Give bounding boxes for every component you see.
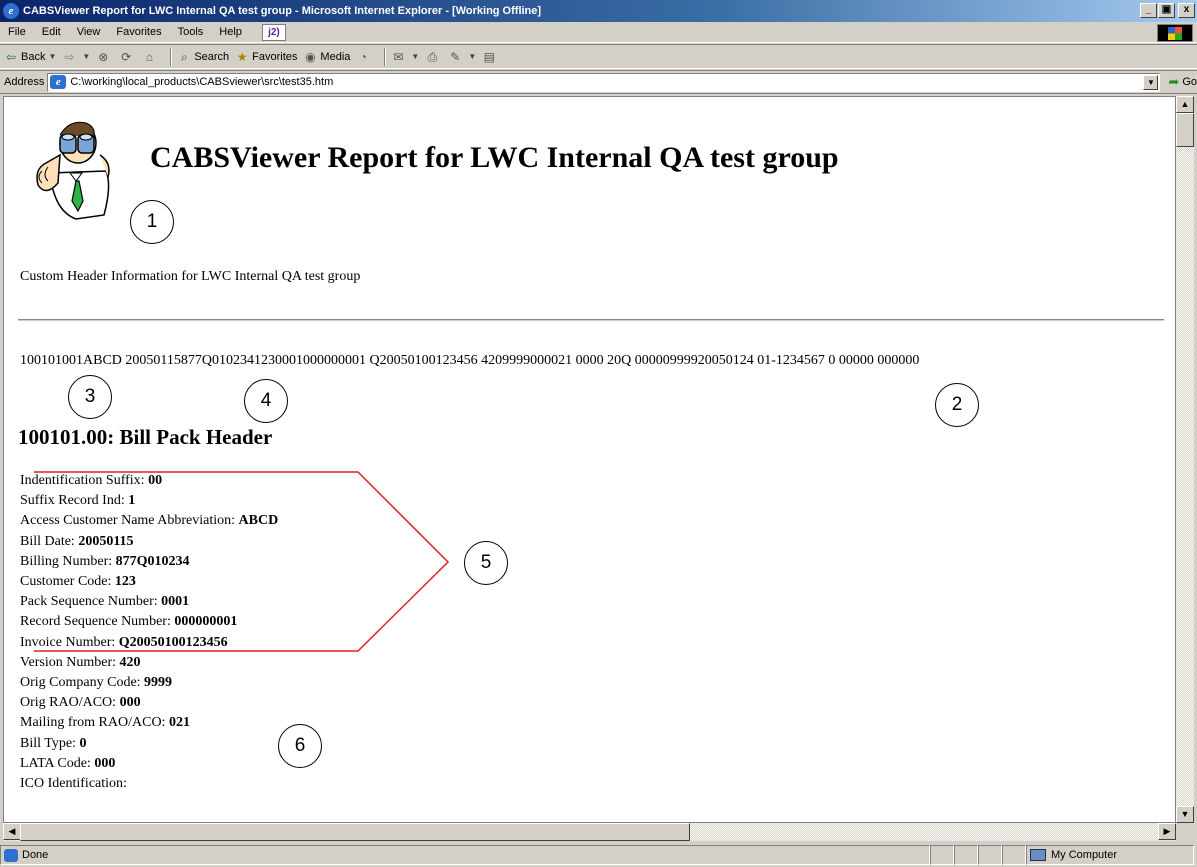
- menu-edit[interactable]: Edit: [34, 26, 69, 38]
- menu-help[interactable]: Help: [211, 26, 250, 38]
- page-done-icon: [4, 848, 18, 862]
- mail-icon: ✉: [393, 49, 404, 64]
- scroll-thumb[interactable]: [20, 823, 690, 841]
- close-button[interactable]: x: [1178, 3, 1195, 18]
- toolbar: ⇦ Back ▼ ⇨ ▼ ⊗ ⟳ ⌂ ⌕ Search ★ Favorites …: [0, 44, 1197, 69]
- toolbar-separator: [170, 47, 173, 66]
- media-label: Media: [320, 50, 351, 63]
- edit-icon: ✎: [450, 49, 461, 64]
- history-icon: ◔: [359, 49, 368, 64]
- stop-button[interactable]: ⊗: [96, 50, 113, 64]
- go-label: Go: [1182, 76, 1197, 88]
- status-main: Done: [0, 845, 930, 865]
- status-pane: [1002, 845, 1026, 865]
- address-bar: Address e C:\working\local_products\CABS…: [0, 70, 1197, 94]
- scroll-thumb[interactable]: [1176, 113, 1194, 147]
- address-value[interactable]: C:\working\local_products\CABSviewer\src…: [70, 76, 333, 88]
- favorites-button[interactable]: ★ Favorites: [235, 49, 298, 64]
- favorites-icon: ★: [236, 49, 248, 64]
- chevron-down-icon[interactable]: ▼: [411, 52, 419, 61]
- callout-4: 4: [244, 379, 288, 423]
- scroll-corner: [1176, 823, 1194, 841]
- discuss-button[interactable]: ▤: [482, 50, 499, 64]
- title-bar: e CABSViewer Report for LWC Internal QA …: [0, 0, 1197, 22]
- discuss-icon: ▤: [483, 49, 495, 64]
- window-controls: _ ▣ x: [1139, 3, 1195, 18]
- media-button[interactable]: ◉ Media: [303, 50, 350, 64]
- go-button[interactable]: ➦ Go: [1168, 74, 1197, 90]
- callout-6: 6: [278, 724, 322, 768]
- page-icon: e: [50, 75, 67, 89]
- menu-view[interactable]: View: [69, 26, 109, 38]
- minimize-button[interactable]: _: [1140, 3, 1157, 18]
- print-button[interactable]: ⎙: [425, 50, 442, 64]
- mail-button[interactable]: ✉ ▼: [391, 50, 419, 64]
- vertical-scrollbar[interactable]: ▲ ▼: [1176, 96, 1194, 823]
- media-icon: ◉: [305, 49, 316, 64]
- zone-text: My Computer: [1051, 849, 1118, 861]
- refresh-button[interactable]: ⟳: [119, 50, 136, 64]
- stop-icon: ⊗: [98, 49, 109, 64]
- status-pane: [978, 845, 1002, 865]
- back-button[interactable]: ⇦ Back ▼: [4, 50, 56, 64]
- status-text: Done: [22, 849, 49, 861]
- menu-file[interactable]: File: [0, 26, 34, 38]
- status-pane: [930, 845, 954, 865]
- history-button[interactable]: ◔: [356, 50, 373, 64]
- ie-icon: e: [3, 3, 19, 19]
- bracket-annotation: [34, 471, 450, 652]
- computer-icon: [1030, 849, 1046, 861]
- favorites-label: Favorites: [252, 50, 298, 63]
- chevron-down-icon[interactable]: ▼: [468, 52, 476, 61]
- search-button[interactable]: ⌕ Search: [177, 50, 229, 64]
- search-icon: ⌕: [180, 49, 188, 64]
- chevron-down-icon[interactable]: ▼: [82, 52, 90, 61]
- back-label: Back: [21, 50, 46, 63]
- forward-button[interactable]: ⇨ ▼: [62, 50, 90, 64]
- callout-3: 3: [68, 375, 112, 419]
- callout-5: 5: [464, 541, 508, 585]
- horizontal-scrollbar[interactable]: ◀ ▶: [3, 823, 1176, 841]
- search-label: Search: [194, 50, 230, 63]
- scroll-up-icon[interactable]: ▲: [1176, 96, 1194, 113]
- home-icon: ⌂: [145, 49, 153, 64]
- menu-tools[interactable]: Tools: [170, 26, 212, 38]
- chevron-down-icon[interactable]: ▼: [1143, 74, 1159, 90]
- scroll-right-icon[interactable]: ▶: [1158, 823, 1176, 840]
- callout-2: 2: [935, 383, 979, 427]
- back-arrow-icon: ⇦: [5, 49, 17, 64]
- status-bar: Done My Computer: [0, 843, 1197, 867]
- address-input[interactable]: e C:\working\local_products\CABSviewer\s…: [47, 72, 1161, 92]
- forward-arrow-icon: ⇨: [64, 49, 75, 64]
- toolbar-separator: [384, 47, 387, 66]
- menu-favorites[interactable]: Favorites: [108, 26, 169, 38]
- print-icon: ⎙: [427, 49, 438, 64]
- address-label: Address: [4, 76, 45, 88]
- callout-1: 1: [130, 200, 174, 244]
- edit-button[interactable]: ✎ ▼: [448, 50, 476, 64]
- maximize-button[interactable]: ▣: [1158, 3, 1175, 18]
- scroll-down-icon[interactable]: ▼: [1176, 806, 1194, 823]
- windows-logo-icon: [1157, 24, 1193, 42]
- refresh-icon: ⟳: [121, 49, 132, 64]
- home-button[interactable]: ⌂: [142, 50, 159, 64]
- scroll-left-icon[interactable]: ◀: [3, 823, 21, 840]
- menu-bar: File Edit View Favorites Tools Help j2): [0, 22, 1197, 43]
- chevron-down-icon[interactable]: ▼: [48, 52, 56, 61]
- status-zone: My Computer: [1026, 845, 1194, 865]
- plugin-button[interactable]: j2): [261, 23, 286, 41]
- window-title: CABSViewer Report for LWC Internal QA te…: [23, 5, 542, 17]
- page-content: CABSViewer Report for LWC Internal QA te…: [3, 96, 1176, 823]
- go-arrow-icon: ➦: [1168, 74, 1180, 89]
- status-pane: [954, 845, 978, 865]
